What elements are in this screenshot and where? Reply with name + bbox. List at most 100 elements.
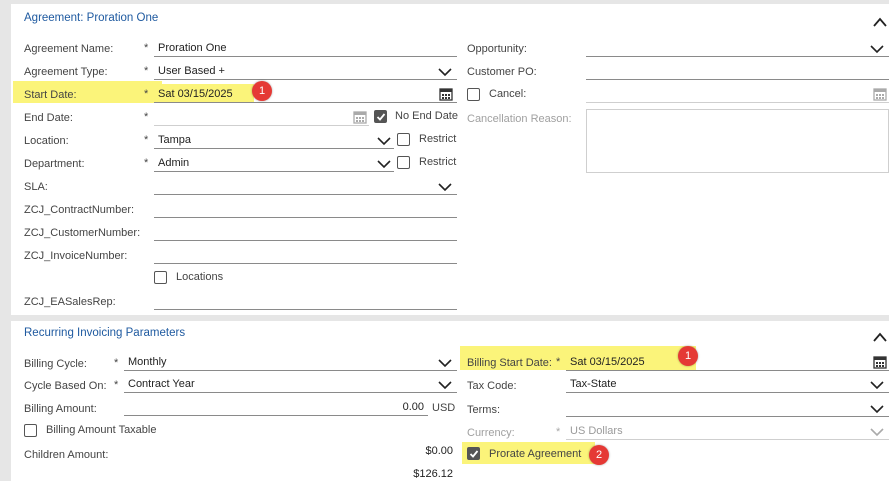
chevron-down-icon[interactable] [437, 379, 453, 391]
customer-po-input[interactable] [586, 63, 889, 80]
billing-amount-taxable-label: Billing Amount Taxable [46, 424, 157, 436]
start-date-value: Sat 03/15/2025 [158, 88, 233, 100]
billing-start-date-input[interactable]: Sat 03/15/2025 [566, 354, 889, 371]
location-restrict-checkbox[interactable] [397, 133, 410, 146]
required-marker: * [556, 356, 561, 368]
required-marker: * [144, 134, 149, 146]
annotation-badge-2: 2 [589, 445, 609, 465]
chevron-down-icon[interactable] [869, 43, 885, 55]
agreement-type-value: User Based + [158, 65, 225, 77]
sla-label: SLA: [24, 181, 48, 193]
billing-cycle-select[interactable]: Monthly [124, 354, 457, 371]
calendar-icon [873, 88, 887, 101]
start-date-label: Start Date: [24, 89, 77, 101]
billing-amount-label: Billing Amount: [24, 403, 97, 415]
ea-sales-rep-input[interactable] [154, 293, 457, 310]
locations-label: Locations [176, 271, 224, 283]
opportunity-label: Opportunity: [467, 43, 527, 55]
invoice-number-input[interactable] [154, 247, 457, 264]
start-date-input[interactable]: Sat 03/15/2025 [154, 84, 457, 103]
prorate-agreement-checkbox[interactable] [467, 447, 480, 460]
required-marker: * [114, 357, 119, 369]
tax-code-select[interactable]: Tax-State [566, 376, 889, 393]
agreement-panel: Agreement: Proration One Agreement Name:… [11, 4, 889, 315]
billing-amount-input[interactable]: 0.00 [124, 399, 428, 416]
no-end-date-label: No End Date [395, 110, 458, 122]
terms-label: Terms: [467, 404, 500, 416]
billing-amount-value: 0.00 [402, 401, 424, 413]
end-date-label: End Date: [24, 112, 73, 124]
calendar-icon[interactable] [439, 87, 453, 101]
recurring-panel-title: Recurring Invoicing Parameters [24, 327, 186, 339]
agreement-name-input[interactable]: Proration One [154, 40, 457, 57]
agreement-type-select[interactable]: User Based + [154, 63, 457, 80]
currency-select: US Dollars [566, 423, 889, 440]
ea-sales-rep-label: ZCJ_EASalesRep: [24, 296, 116, 308]
agreement-panel-title: Agreement: Proration One [24, 12, 159, 24]
chevron-down-icon[interactable] [376, 135, 392, 147]
department-value: Admin [158, 157, 190, 169]
billing-start-date-label: Billing Start Date: [467, 357, 552, 369]
billing-amount-taxable-checkbox[interactable] [24, 424, 37, 437]
agreement-name-label: Agreement Name: [24, 43, 114, 55]
required-marker: * [144, 65, 149, 77]
cancel-checkbox[interactable] [467, 88, 480, 101]
chevron-down-icon[interactable] [869, 379, 885, 391]
invoice-number-label: ZCJ_InvoiceNumber: [24, 250, 128, 262]
currency-label: Currency: [467, 427, 515, 439]
department-select[interactable]: Admin [154, 155, 394, 172]
sla-select[interactable] [154, 178, 457, 195]
calendar-icon[interactable] [353, 110, 367, 124]
required-marker: * [144, 111, 149, 123]
cancel-date-input [586, 86, 889, 103]
required-marker: * [144, 157, 149, 169]
checkmark-icon [469, 450, 479, 458]
tax-code-value: Tax-State [570, 378, 617, 390]
department-restrict-checkbox[interactable] [397, 156, 410, 169]
cancel-label: Cancel: [489, 88, 527, 100]
customer-number-input[interactable] [154, 224, 457, 241]
children-amount-next-value: $126.12 [413, 468, 453, 480]
location-value: Tampa [158, 134, 192, 146]
chevron-down-icon[interactable] [437, 357, 453, 369]
chevron-down-icon[interactable] [869, 403, 885, 415]
chevron-down-icon [870, 428, 884, 437]
billing-amount-currency: USD [432, 402, 456, 414]
calendar-icon[interactable] [873, 355, 887, 369]
prorate-agreement-label: Prorate Agreement [489, 448, 582, 460]
tax-code-label: Tax Code: [467, 380, 517, 392]
chevron-down-icon[interactable] [437, 66, 453, 78]
required-marker: * [556, 426, 561, 438]
cycle-based-on-label: Cycle Based On: [24, 380, 107, 392]
location-select[interactable]: Tampa [154, 132, 394, 149]
cycle-based-on-select[interactable]: Contract Year [124, 376, 457, 393]
agreement-name-value: Proration One [158, 42, 227, 54]
required-marker: * [144, 88, 149, 100]
cycle-based-on-value: Contract Year [128, 378, 195, 390]
contract-number-input[interactable] [154, 201, 457, 218]
collapse-chevron-up-icon[interactable] [872, 16, 888, 28]
required-marker: * [114, 379, 119, 391]
checkmark-icon [376, 113, 386, 121]
required-marker: * [144, 42, 149, 54]
chevron-down-icon[interactable] [376, 158, 392, 170]
currency-value: US Dollars [570, 425, 623, 437]
locations-checkbox[interactable] [154, 271, 167, 284]
billing-cycle-label: Billing Cycle: [24, 358, 87, 370]
cancellation-reason-textarea [586, 109, 889, 173]
chevron-down-icon[interactable] [437, 181, 453, 193]
children-amount-value: $0.00 [425, 445, 453, 457]
department-restrict-label: Restrict [419, 156, 457, 168]
children-amount-label: Children Amount: [24, 449, 109, 461]
annotation-badge-1: 1 [252, 81, 272, 101]
billing-cycle-value: Monthly [128, 356, 167, 368]
collapse-chevron-up-icon[interactable] [872, 331, 888, 343]
end-date-input[interactable] [154, 109, 369, 126]
opportunity-select[interactable] [586, 40, 889, 57]
terms-select[interactable] [566, 400, 889, 417]
location-restrict-label: Restrict [419, 133, 457, 145]
annotation-badge-1b: 1 [678, 346, 698, 366]
contract-number-label: ZCJ_ContractNumber: [24, 204, 135, 216]
billing-start-date-value: Sat 03/15/2025 [570, 356, 645, 368]
no-end-date-checkbox[interactable] [374, 110, 387, 123]
